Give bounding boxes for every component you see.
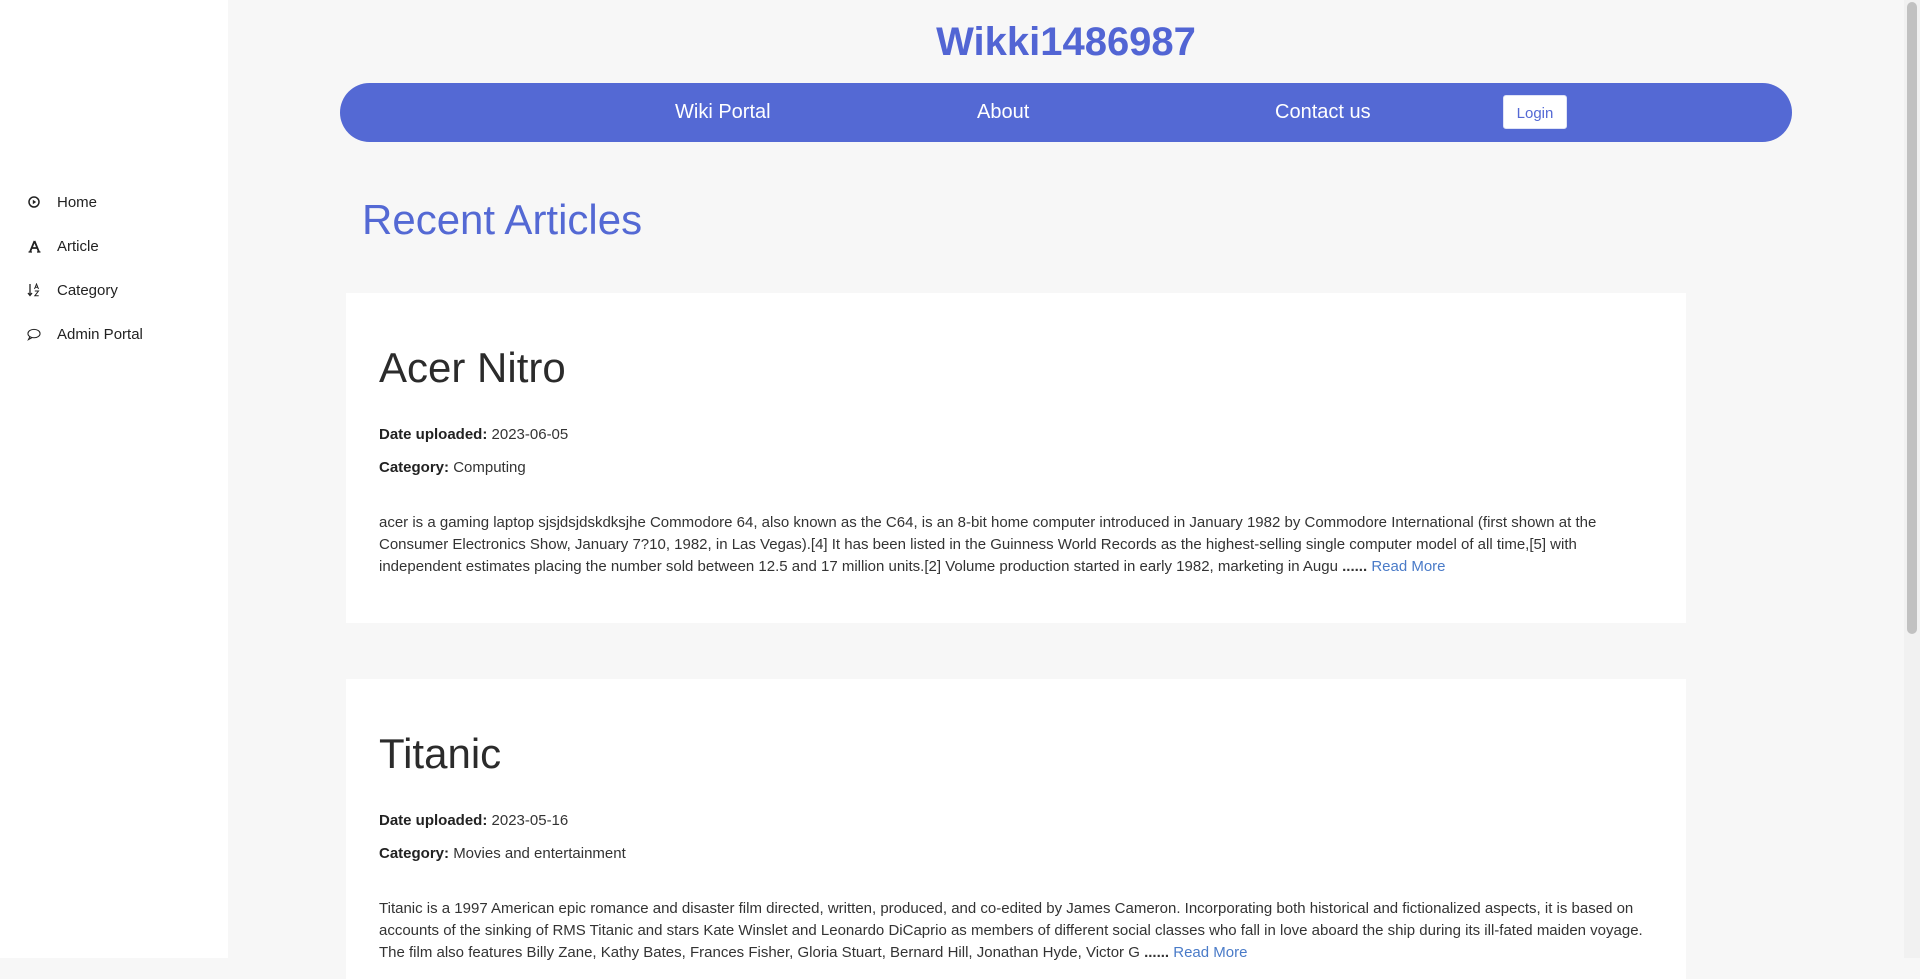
sidebar-item-article[interactable]: Article	[0, 224, 228, 268]
sidebar-item-admin-portal[interactable]: Admin Portal	[0, 312, 228, 356]
read-more-link[interactable]: Read More	[1173, 944, 1247, 961]
nav-link-wiki-portal[interactable]: Wiki Portal	[675, 83, 771, 142]
sidebar-nav: Home Article Category Admin Portal	[0, 180, 228, 356]
excerpt-ellipsis: ......	[1342, 558, 1368, 575]
sidebar-item-label: Category	[57, 281, 118, 299]
top-navbar: Wiki Portal About Contact us Login	[340, 83, 1792, 142]
article-excerpt: Titanic is a 1997 American epic romance …	[379, 898, 1653, 964]
sidebar: Home Article Category Admin Portal	[0, 0, 228, 958]
date-value: 2023-05-16	[491, 812, 569, 829]
article-date: Date uploaded: 2023-06-05	[379, 425, 568, 445]
article-date: Date uploaded: 2023-05-16	[379, 811, 568, 831]
page-scrollbar[interactable]	[1904, 0, 1920, 958]
main-content: Wikki1486987 Wiki Portal About Contact u…	[228, 0, 1904, 979]
date-value: 2023-06-05	[491, 426, 569, 443]
sidebar-item-label: Admin Portal	[57, 325, 143, 343]
login-button[interactable]: Login	[1503, 95, 1567, 129]
scrollbar-thumb[interactable]	[1907, 2, 1917, 634]
sidebar-item-category[interactable]: Category	[0, 268, 228, 312]
font-icon	[27, 238, 41, 254]
date-label: Date uploaded:	[379, 426, 488, 443]
category-label: Category:	[379, 845, 450, 862]
article-card: Titanic Date uploaded: 2023-05-16 Catego…	[346, 679, 1686, 979]
read-more-link[interactable]: Read More	[1371, 558, 1445, 575]
excerpt-ellipsis: ......	[1144, 944, 1170, 961]
article-card: Acer Nitro Date uploaded: 2023-06-05 Cat…	[346, 293, 1686, 623]
nav-link-contact-us[interactable]: Contact us	[1275, 83, 1371, 142]
category-value: Movies and entertainment	[453, 845, 626, 862]
sidebar-item-label: Home	[57, 193, 98, 211]
article-category: Category: Computing	[379, 458, 526, 478]
sort-alpha-icon	[27, 282, 41, 298]
article-category: Category: Movies and entertainment	[379, 844, 626, 864]
article-excerpt: acer is a gaming laptop sjsjdsjdskdksjhe…	[379, 512, 1653, 578]
article-title[interactable]: Acer Nitro	[379, 343, 566, 393]
chat-bubble-icon	[27, 326, 41, 342]
excerpt-text: Titanic is a 1997 American epic romance …	[379, 900, 1643, 961]
play-circle-icon	[27, 194, 41, 210]
site-title: Wikki1486987	[936, 20, 1196, 64]
sidebar-item-label: Article	[57, 237, 99, 255]
category-value: Computing	[453, 459, 526, 476]
nav-link-about[interactable]: About	[977, 83, 1029, 142]
article-title[interactable]: Titanic	[379, 729, 501, 779]
date-label: Date uploaded:	[379, 812, 488, 829]
section-heading: Recent Articles	[362, 196, 643, 243]
sidebar-item-home[interactable]: Home	[0, 180, 228, 224]
category-label: Category:	[379, 459, 450, 476]
